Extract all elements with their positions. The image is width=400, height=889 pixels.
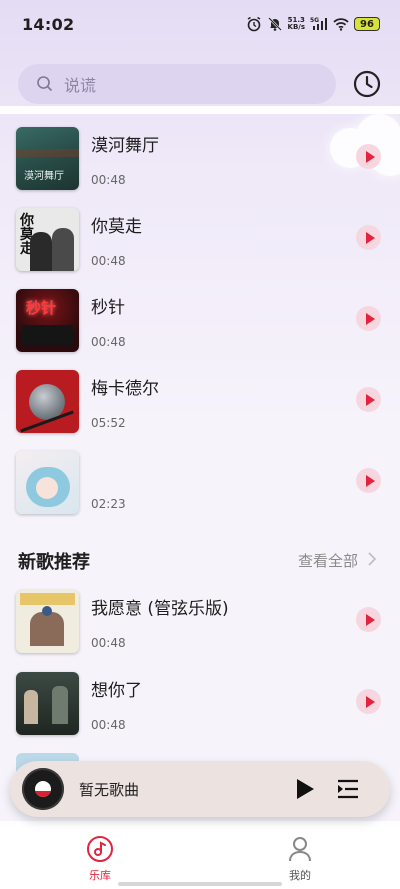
- bottom-navigation: 乐库 我的: [0, 821, 400, 889]
- list-item[interactable]: 秒针 秒针 00:48: [0, 289, 400, 359]
- list-item[interactable]: 你莫走 你莫走 00:48: [0, 208, 400, 278]
- album-cover: [16, 370, 79, 433]
- status-time: 14:02: [22, 15, 75, 34]
- wifi-icon: [333, 17, 349, 31]
- search-placeholder: 说谎: [64, 76, 97, 95]
- play-button[interactable]: [356, 144, 381, 169]
- play-button[interactable]: [356, 468, 381, 493]
- tab-label: 乐库: [89, 869, 111, 882]
- album-cover: [16, 672, 79, 735]
- view-all-link[interactable]: 查看全部: [298, 550, 358, 571]
- status-icons: 51.3 KB/s 5G 96: [246, 14, 380, 34]
- history-clock-icon[interactable]: [352, 69, 382, 99]
- net-speed: 51.3 KB/s: [287, 16, 305, 31]
- battery-indicator: 96: [354, 17, 380, 31]
- song-duration: 00:48: [91, 335, 126, 349]
- play-icon: [365, 613, 375, 626]
- song-title: 秒针: [91, 298, 125, 318]
- song-duration: 00:48: [91, 254, 126, 268]
- search-input[interactable]: 说谎: [18, 64, 336, 104]
- song-title: 你莫走: [91, 217, 142, 237]
- list-item[interactable]: 想你了 00:48: [0, 672, 400, 742]
- list-item[interactable]: 02:23: [0, 451, 400, 521]
- play-icon: [365, 474, 375, 487]
- cellular-signal-icon: 5G: [310, 17, 328, 31]
- play-icon: [365, 312, 375, 325]
- chevron-right-icon[interactable]: [366, 552, 378, 566]
- new-songs-section-header: 新歌推荐 查看全部: [18, 548, 382, 573]
- song-duration: 00:48: [91, 718, 126, 732]
- tab-library[interactable]: 乐库: [70, 835, 130, 883]
- play-button[interactable]: [356, 607, 381, 632]
- status-bar: 14:02 51.3 KB/s 5G 96: [0, 0, 400, 48]
- list-item[interactable]: 梅卡德尔 05:52: [0, 370, 400, 440]
- song-title: 漠河舞厅: [91, 136, 159, 156]
- play-icon: [365, 695, 375, 708]
- list-item[interactable]: 漠河舞厅 漠河舞厅 00:48: [0, 127, 400, 197]
- song-title: 想你了: [91, 681, 142, 701]
- tab-mine[interactable]: 我的: [270, 835, 330, 883]
- album-cover: [16, 590, 79, 653]
- music-note-icon: [87, 836, 113, 862]
- vinyl-disc-icon: [22, 768, 64, 810]
- player-song-title: 暂无歌曲: [79, 781, 140, 799]
- song-duration: 00:48: [91, 636, 126, 650]
- play-button[interactable]: [356, 306, 381, 331]
- play-button[interactable]: [356, 387, 381, 412]
- play-button[interactable]: [356, 689, 381, 714]
- album-cover: [16, 451, 79, 514]
- album-cover: 你莫走: [16, 208, 79, 271]
- play-icon: [365, 393, 375, 406]
- play-icon: [365, 150, 375, 163]
- search-icon: [37, 76, 53, 92]
- svg-text:5G: 5G: [310, 17, 319, 24]
- section-title: 新歌推荐: [18, 552, 90, 573]
- song-title: 梅卡德尔: [91, 379, 159, 399]
- play-icon[interactable]: [297, 779, 314, 799]
- album-cover: 漠河舞厅: [16, 127, 79, 190]
- list-item[interactable]: 我愿意 (管弦乐版) 00:48: [0, 590, 400, 660]
- mute-bell-icon: [267, 16, 283, 32]
- song-duration: 05:52: [91, 416, 126, 430]
- tab-label: 我的: [289, 869, 311, 882]
- mini-player[interactable]: 暂无歌曲: [10, 761, 390, 817]
- play-icon: [365, 231, 375, 244]
- playlist-icon[interactable]: [336, 778, 360, 800]
- play-button[interactable]: [356, 225, 381, 250]
- album-cover: 秒针: [16, 289, 79, 352]
- home-indicator: [118, 882, 282, 886]
- song-duration: 02:23: [91, 497, 126, 511]
- header-divider: [0, 106, 400, 114]
- alarm-icon: [246, 16, 262, 32]
- user-icon: [289, 837, 311, 862]
- song-title: 我愿意 (管弦乐版): [91, 599, 229, 619]
- song-duration: 00:48: [91, 173, 126, 187]
